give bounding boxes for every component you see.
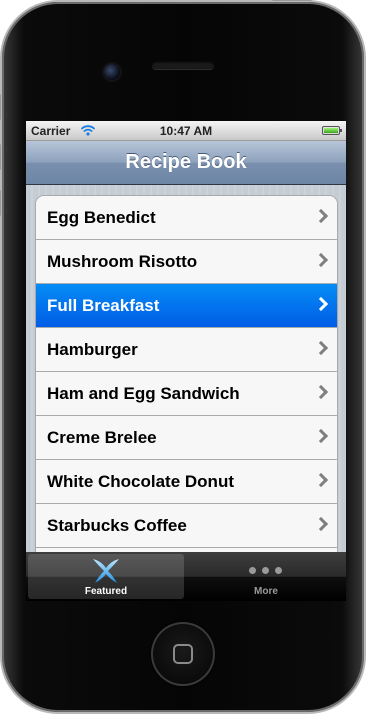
home-button-square-icon xyxy=(173,644,193,664)
volume-down-button xyxy=(0,190,1,216)
status-bar: Carrier 10:47 AM xyxy=(26,121,346,141)
navigation-bar: Recipe Book xyxy=(26,141,346,185)
tab-featured[interactable]: Featured xyxy=(28,554,184,599)
disclosure-chevron-icon xyxy=(313,516,329,532)
table-row[interactable]: Hamburger xyxy=(36,328,337,372)
featured-icon xyxy=(93,559,119,583)
page-title: Recipe Book xyxy=(125,151,247,173)
disclosure-chevron-icon xyxy=(313,340,329,356)
table-row[interactable]: Starbucks Coffee xyxy=(36,504,337,548)
tab-more[interactable]: More xyxy=(188,554,344,599)
tab-bar: Featured More xyxy=(26,552,346,601)
earpiece-speaker xyxy=(152,61,214,69)
disclosure-chevron-icon xyxy=(313,296,329,312)
tab-more-label: More xyxy=(254,586,278,597)
table-row-label: Full Breakfast xyxy=(47,296,160,315)
front-camera-icon xyxy=(104,64,120,80)
sleep-button xyxy=(272,0,312,1)
volume-up-button xyxy=(0,144,1,170)
table-row-label: Creme Brelee xyxy=(47,428,157,447)
battery-icon xyxy=(322,126,342,135)
battery-level-fill xyxy=(324,128,338,133)
disclosure-chevron-icon xyxy=(313,472,329,488)
recipe-list: Egg Benedict Mushroom Risotto Full Breakfa… xyxy=(35,195,338,552)
table-row[interactable]: Creme Brelee xyxy=(36,416,337,460)
mute-switch xyxy=(0,94,1,120)
table-row[interactable]: Egg Benedict xyxy=(36,196,337,240)
status-time: 10:47 AM xyxy=(159,124,213,138)
recipe-table-view[interactable]: Egg Benedict Mushroom Risotto Full Breakfa… xyxy=(26,185,346,552)
table-row[interactable]: Ham and Egg Sandwich xyxy=(36,372,337,416)
disclosure-chevron-icon xyxy=(313,208,329,224)
disclosure-chevron-icon xyxy=(313,252,329,268)
home-button[interactable] xyxy=(151,622,215,686)
tab-featured-label: Featured xyxy=(84,586,128,597)
disclosure-chevron-icon xyxy=(313,384,329,400)
table-row-label: Starbucks Coffee xyxy=(47,516,187,535)
table-row-label: Egg Benedict xyxy=(47,208,156,227)
iphone-device-frame: Carrier 10:47 AM Recipe Book Egg Benedic… xyxy=(0,0,364,712)
screen: Carrier 10:47 AM Recipe Book Egg Benedic… xyxy=(26,121,346,601)
disclosure-chevron-icon xyxy=(313,428,329,444)
more-icon xyxy=(249,567,283,575)
table-row[interactable]: White Chocolate Donut xyxy=(36,460,337,504)
table-row-label: Hamburger xyxy=(47,340,138,359)
table-row-label: White Chocolate Donut xyxy=(47,472,234,491)
table-row-label: Mushroom Risotto xyxy=(47,252,198,271)
table-row-label: Ham and Egg Sandwich xyxy=(47,384,240,403)
table-row[interactable]: Full Breakfast xyxy=(36,284,337,328)
table-row[interactable]: Mushroom Risotto xyxy=(36,240,337,284)
